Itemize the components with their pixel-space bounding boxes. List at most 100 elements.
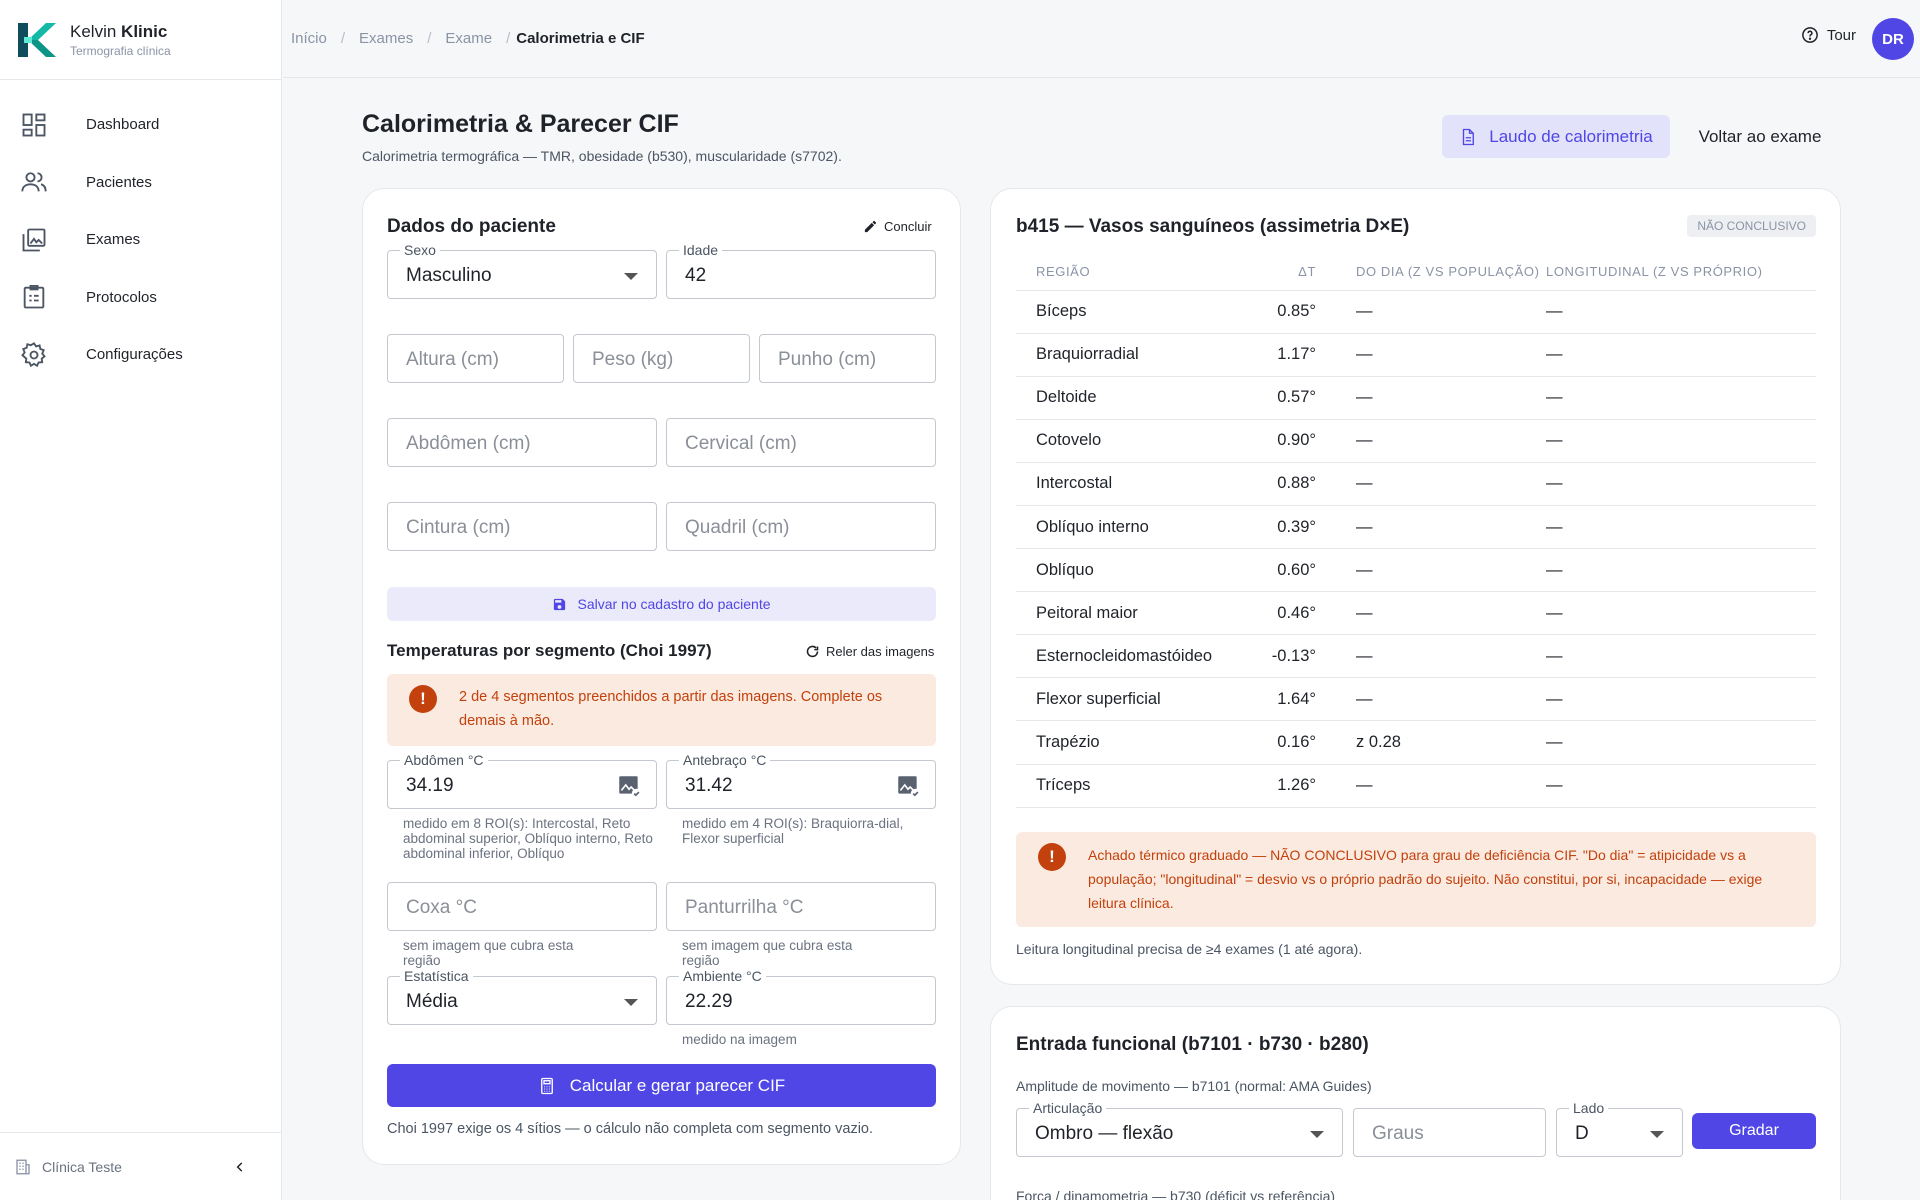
inconclusive-badge: NÃO CONCLUSIVO <box>1687 215 1816 237</box>
column-header-longitudinal: LONGITUDINAL (Z VS PRÓPRIO) <box>1546 254 1816 291</box>
waist-field[interactable]: Cintura (cm) <box>387 502 657 551</box>
patients-icon <box>21 172 47 192</box>
cell-region: Peitoral maior <box>1016 591 1226 636</box>
pencil-icon <box>864 220 877 233</box>
nav-item-protocolos[interactable]: Protocolos <box>0 269 281 327</box>
table-row: Peitoral maior 0.46° — — <box>1016 591 1816 636</box>
abdomen-circumference-field[interactable]: Abdômen (cm) <box>387 418 657 467</box>
table-row: Trapézio 0.16° z 0.28— <box>1016 720 1816 765</box>
reread-images-button[interactable]: Reler das imagens <box>805 644 934 659</box>
save-button-label: Salvar no cadastro do paciente <box>577 596 771 612</box>
save-icon <box>554 598 566 610</box>
column-header-delta-t: ΔT <box>1226 254 1316 291</box>
functional-card-title: Entrada funcional (b7101 · b730 · b280) <box>1016 1034 1369 1055</box>
rom-label: Amplitude de movimento — b7101 (normal: … <box>1016 1078 1372 1094</box>
asymmetry-table: REGIÃO ΔT DO DIA (Z VS POPULAÇÃO) LONGIT… <box>1016 254 1816 808</box>
column-header-day: DO DIA (Z VS POPULAÇÃO) <box>1316 254 1546 291</box>
cell-region: Tríceps <box>1016 764 1226 808</box>
age-value: 42 <box>685 265 707 286</box>
protocols-icon <box>23 285 45 309</box>
joint-value: Ombro — flexão <box>1035 1123 1174 1144</box>
nav-item-pacientes[interactable]: Pacientes <box>0 154 281 212</box>
cell-region: Deltoide <box>1016 376 1226 420</box>
brand-name-first: Kelvin <box>70 21 117 41</box>
user-avatar[interactable]: DR <box>1872 18 1914 60</box>
calculate-cif-button[interactable]: Calcular e gerar parecer CIF <box>387 1064 936 1107</box>
breadcrumb-separator: / <box>340 30 346 47</box>
ambient-temp-value: 22.29 <box>685 991 733 1012</box>
abdomen-temp-helper: medido em 8 ROI(s): Intercostal, Reto ab… <box>403 816 653 861</box>
cell-longitudinal-z: — <box>1546 591 1816 636</box>
joint-select[interactable]: Articulação Ombro — flexão <box>1016 1100 1343 1157</box>
breadcrumb-separator: / <box>506 30 511 47</box>
statistic-value: Média <box>406 991 458 1012</box>
statistic-select[interactable]: Estatística Média <box>387 968 657 1025</box>
cell-longitudinal-z: — <box>1546 764 1816 808</box>
wrist-field[interactable]: Punho (cm) <box>759 334 936 383</box>
cell-delta-t: 0.85° <box>1226 290 1316 334</box>
dropdown-caret-icon <box>624 273 638 280</box>
calorimetry-report-button[interactable]: Laudo de calorimetria <box>1442 115 1670 158</box>
sex-select[interactable]: Sexo Masculino <box>387 242 657 299</box>
tour-button[interactable]: Tour <box>1801 26 1856 44</box>
breadcrumb-current: Calorimetria e CIF <box>516 30 645 47</box>
cell-delta-t: 0.60° <box>1226 548 1316 593</box>
forearm-temp-label: Antebraço °C <box>679 752 771 768</box>
hip-field[interactable]: Quadril (cm) <box>666 502 936 551</box>
nav-item-dashboard[interactable]: Dashboard <box>0 96 281 154</box>
inconclusive-alert-text: Achado térmico graduado — NÃO CONCLUSIVO… <box>1088 847 1763 911</box>
forearm-temp-helper: medido em 4 ROI(s): Braquiorra-dial, Fle… <box>682 816 904 846</box>
conclude-label: Concluir <box>884 219 932 234</box>
cell-longitudinal-z: — <box>1546 333 1816 377</box>
cell-day-z: — <box>1316 677 1546 722</box>
height-field[interactable]: Altura (cm) <box>387 334 564 383</box>
grade-button[interactable]: Gradar <box>1692 1113 1816 1149</box>
cell-day-z: — <box>1316 505 1546 550</box>
forearm-temp-field[interactable]: Antebraço °C 31.42 <box>666 752 936 809</box>
cell-longitudinal-z: — <box>1546 462 1816 506</box>
save-to-patient-button[interactable]: Salvar no cadastro do paciente <box>387 587 936 621</box>
back-to-exam-button[interactable]: Voltar ao exame <box>1682 115 1838 158</box>
topbar: Início / Exames / Exame / Calorimetria e… <box>283 0 1920 78</box>
sidebar: Kelvin Klinic Termografia clínica Dashbo… <box>0 0 282 1200</box>
cell-delta-t: 0.90° <box>1226 419 1316 463</box>
collapse-sidebar-button[interactable] <box>233 1155 257 1179</box>
help-circle-icon <box>1801 27 1818 43</box>
brand[interactable]: Kelvin Klinic Termografia clínica <box>0 0 281 80</box>
breadcrumb-inicio[interactable]: Início <box>291 30 327 47</box>
cell-region: Flexor superficial <box>1016 677 1226 722</box>
conclude-button[interactable]: Concluir <box>863 219 932 234</box>
cell-delta-t: 0.46° <box>1226 591 1316 636</box>
side-select[interactable]: Lado D <box>1556 1100 1683 1157</box>
abdomen-temp-field[interactable]: Abdômen °C 34.19 <box>387 752 657 809</box>
cell-day-z: — <box>1316 591 1546 636</box>
warning-icon: ! <box>1038 843 1066 871</box>
cell-day-z: — <box>1316 290 1546 334</box>
calf-temp-field[interactable]: Panturrilha °C <box>666 882 936 931</box>
cell-delta-t: 0.88° <box>1226 462 1316 506</box>
thigh-temp-helper: sem imagem que cubra esta região <box>403 938 574 968</box>
thigh-temp-field[interactable]: Coxa °C <box>387 882 657 931</box>
weight-field[interactable]: Peso (kg) <box>573 334 750 383</box>
degrees-field[interactable]: Graus <box>1353 1108 1546 1157</box>
clinic-name: Clínica Teste <box>42 1158 122 1175</box>
cell-region: Trapézio <box>1016 720 1226 765</box>
cell-longitudinal-z: — <box>1546 290 1816 334</box>
nav-item-configuracoes[interactable]: Configurações <box>0 326 281 384</box>
vessels-card-title: b415 — Vasos sanguíneos (assimetria D×E) <box>1016 216 1410 237</box>
cervical-field[interactable]: Cervical (cm) <box>666 418 936 467</box>
ambient-temp-field[interactable]: Ambiente °C 22.29 <box>666 968 936 1025</box>
breadcrumb-exame[interactable]: Exame <box>445 30 492 47</box>
breadcrumb-exames[interactable]: Exames <box>359 30 413 47</box>
cell-region: Cotovelo <box>1016 419 1226 463</box>
age-field[interactable]: Idade 42 <box>666 242 936 299</box>
image-check-icon[interactable] <box>895 773 921 799</box>
sex-label: Sexo <box>400 242 440 258</box>
longitudinal-note: Leitura longitudinal precisa de ≥4 exame… <box>1016 941 1363 957</box>
clinic-switcher[interactable]: Clínica Teste <box>0 1132 281 1200</box>
dashboard-icon <box>22 113 46 137</box>
nav-item-exames[interactable]: Exames <box>0 211 281 269</box>
image-check-icon[interactable] <box>616 773 642 799</box>
cell-longitudinal-z: — <box>1546 720 1816 765</box>
cell-day-z: — <box>1316 419 1546 463</box>
